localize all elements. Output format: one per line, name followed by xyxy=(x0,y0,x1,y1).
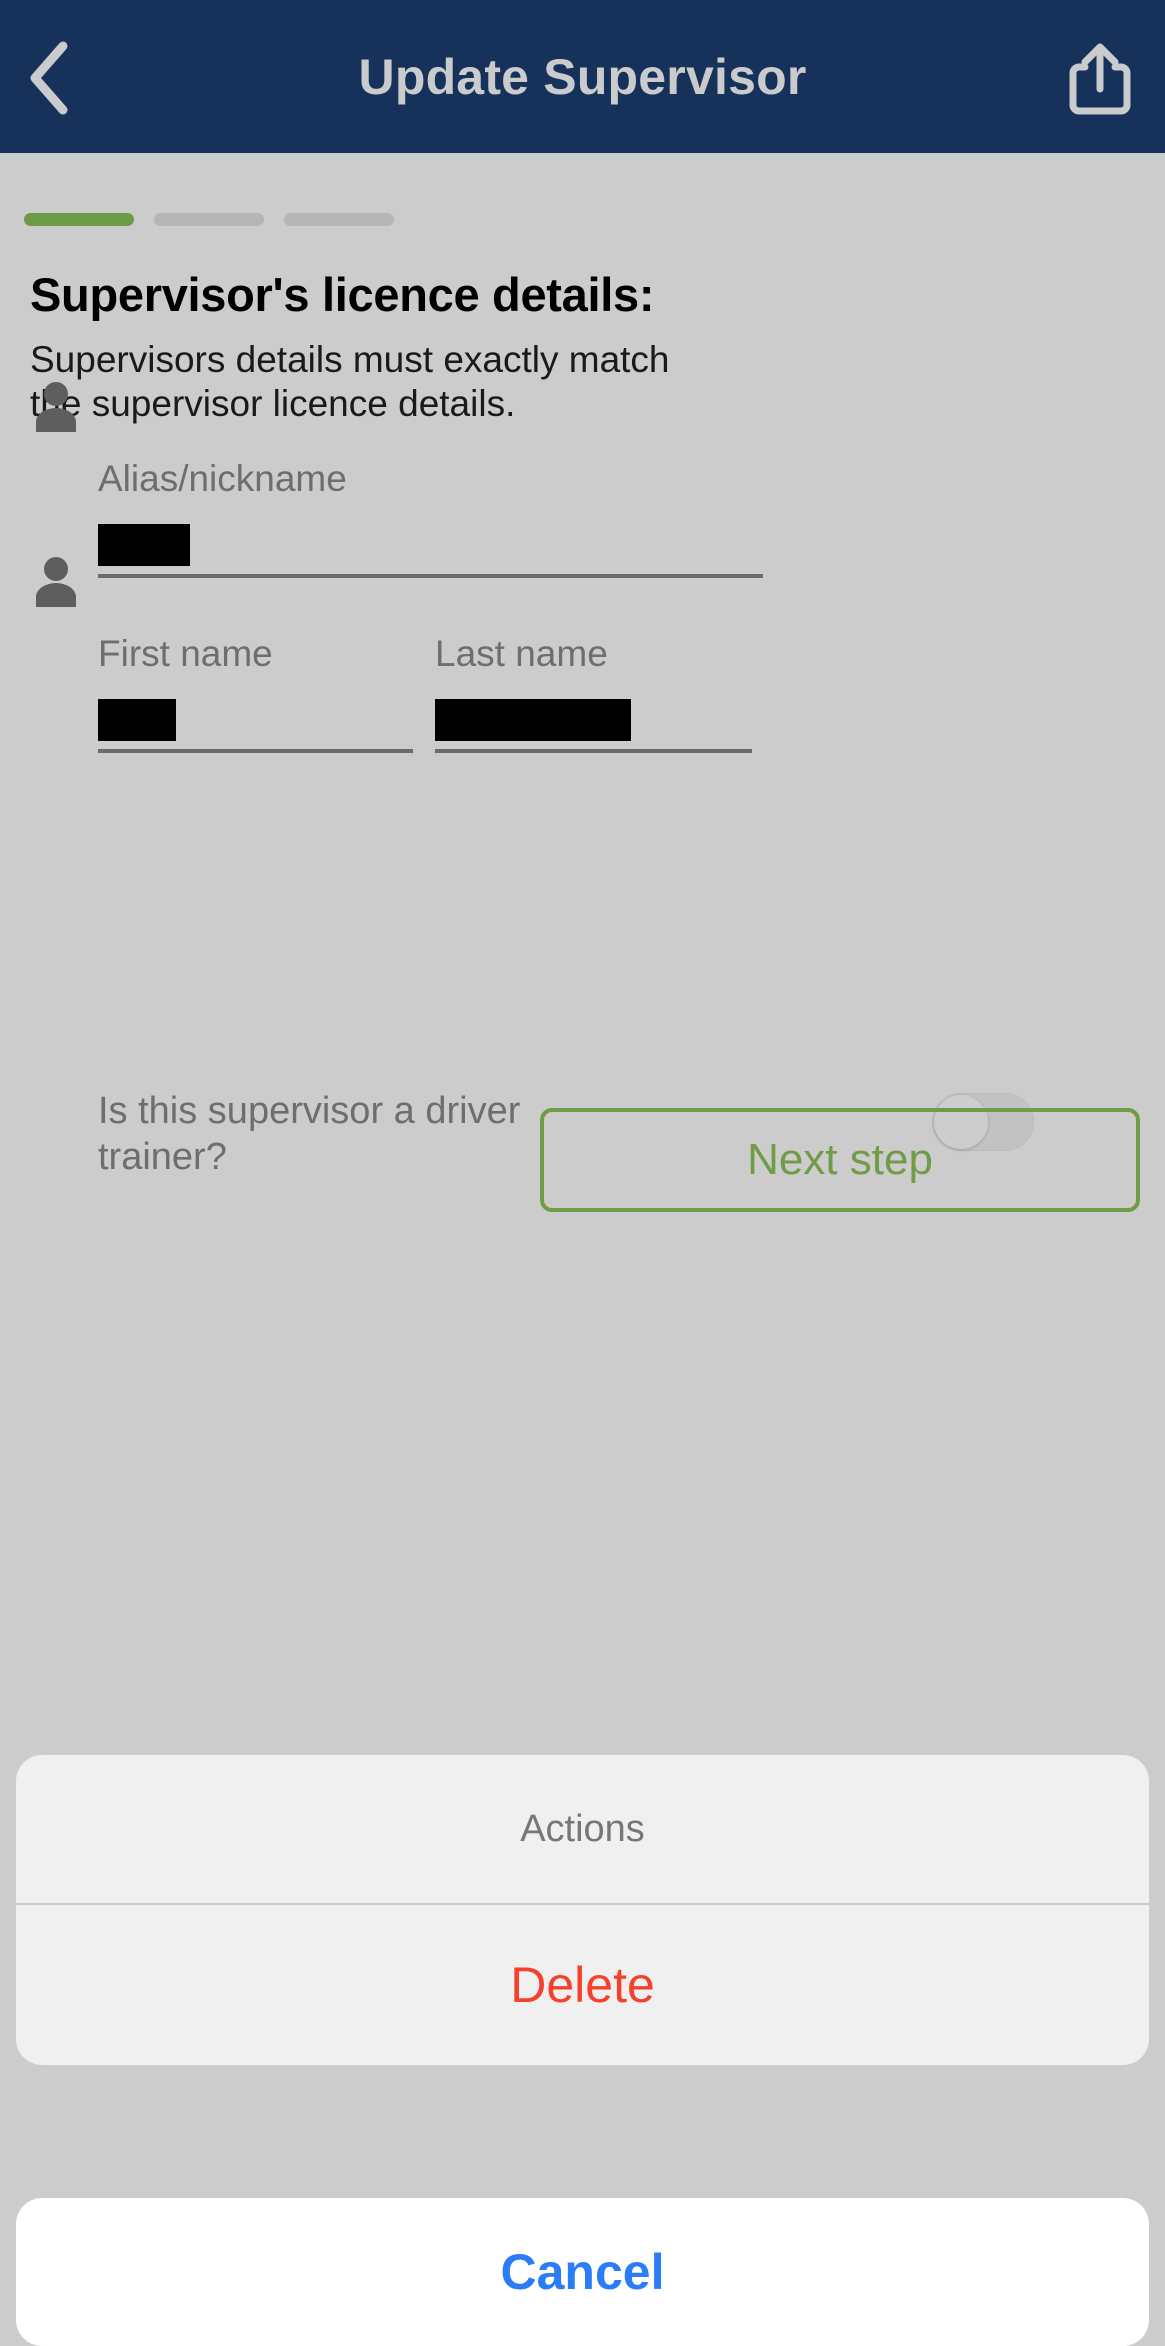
progress-step-1 xyxy=(24,213,134,226)
last-name-underline xyxy=(435,749,752,753)
first-name-input[interactable] xyxy=(98,691,413,753)
share-button[interactable] xyxy=(1057,36,1143,122)
first-name-underline xyxy=(98,749,413,753)
page-title-header: Update Supervisor xyxy=(358,48,807,105)
app-header: Update Supervisor xyxy=(0,0,1165,153)
back-button[interactable] xyxy=(8,38,88,118)
first-name-redacted-value xyxy=(98,699,176,741)
last-name-input[interactable] xyxy=(435,691,752,753)
person-icon xyxy=(32,380,80,432)
first-name-field[interactable]: First name xyxy=(98,635,413,753)
progress-step-2 xyxy=(154,213,264,226)
person-icon xyxy=(32,555,80,607)
first-name-label: First name xyxy=(98,633,273,674)
action-sheet: Actions Delete xyxy=(16,1755,1149,2065)
next-step-button[interactable]: Next step xyxy=(540,1108,1140,1212)
page-title: Supervisor's licence details: xyxy=(30,268,655,321)
share-icon xyxy=(1069,43,1131,115)
progress-step-3 xyxy=(284,213,394,226)
action-sheet-title: Actions xyxy=(520,1807,645,1850)
driver-trainer-label: Is this supervisor a driver trainer? xyxy=(98,1090,521,1179)
alias-field[interactable]: Alias/nickname xyxy=(98,460,763,578)
alias-input[interactable] xyxy=(98,516,763,578)
last-name-label: Last name xyxy=(435,633,608,674)
cancel-button[interactable]: Cancel xyxy=(16,2198,1149,2346)
alias-label: Alias/nickname xyxy=(98,458,347,499)
delete-button[interactable]: Delete xyxy=(16,1905,1149,2065)
last-name-field[interactable]: Last name xyxy=(435,635,752,753)
page-subtitle: Supervisors details must exactly match t… xyxy=(30,339,670,424)
alias-redacted-value xyxy=(98,524,190,566)
progress-indicator xyxy=(24,213,394,226)
chevron-left-icon xyxy=(30,41,68,115)
last-name-redacted-value xyxy=(435,699,631,741)
alias-underline xyxy=(98,574,763,578)
